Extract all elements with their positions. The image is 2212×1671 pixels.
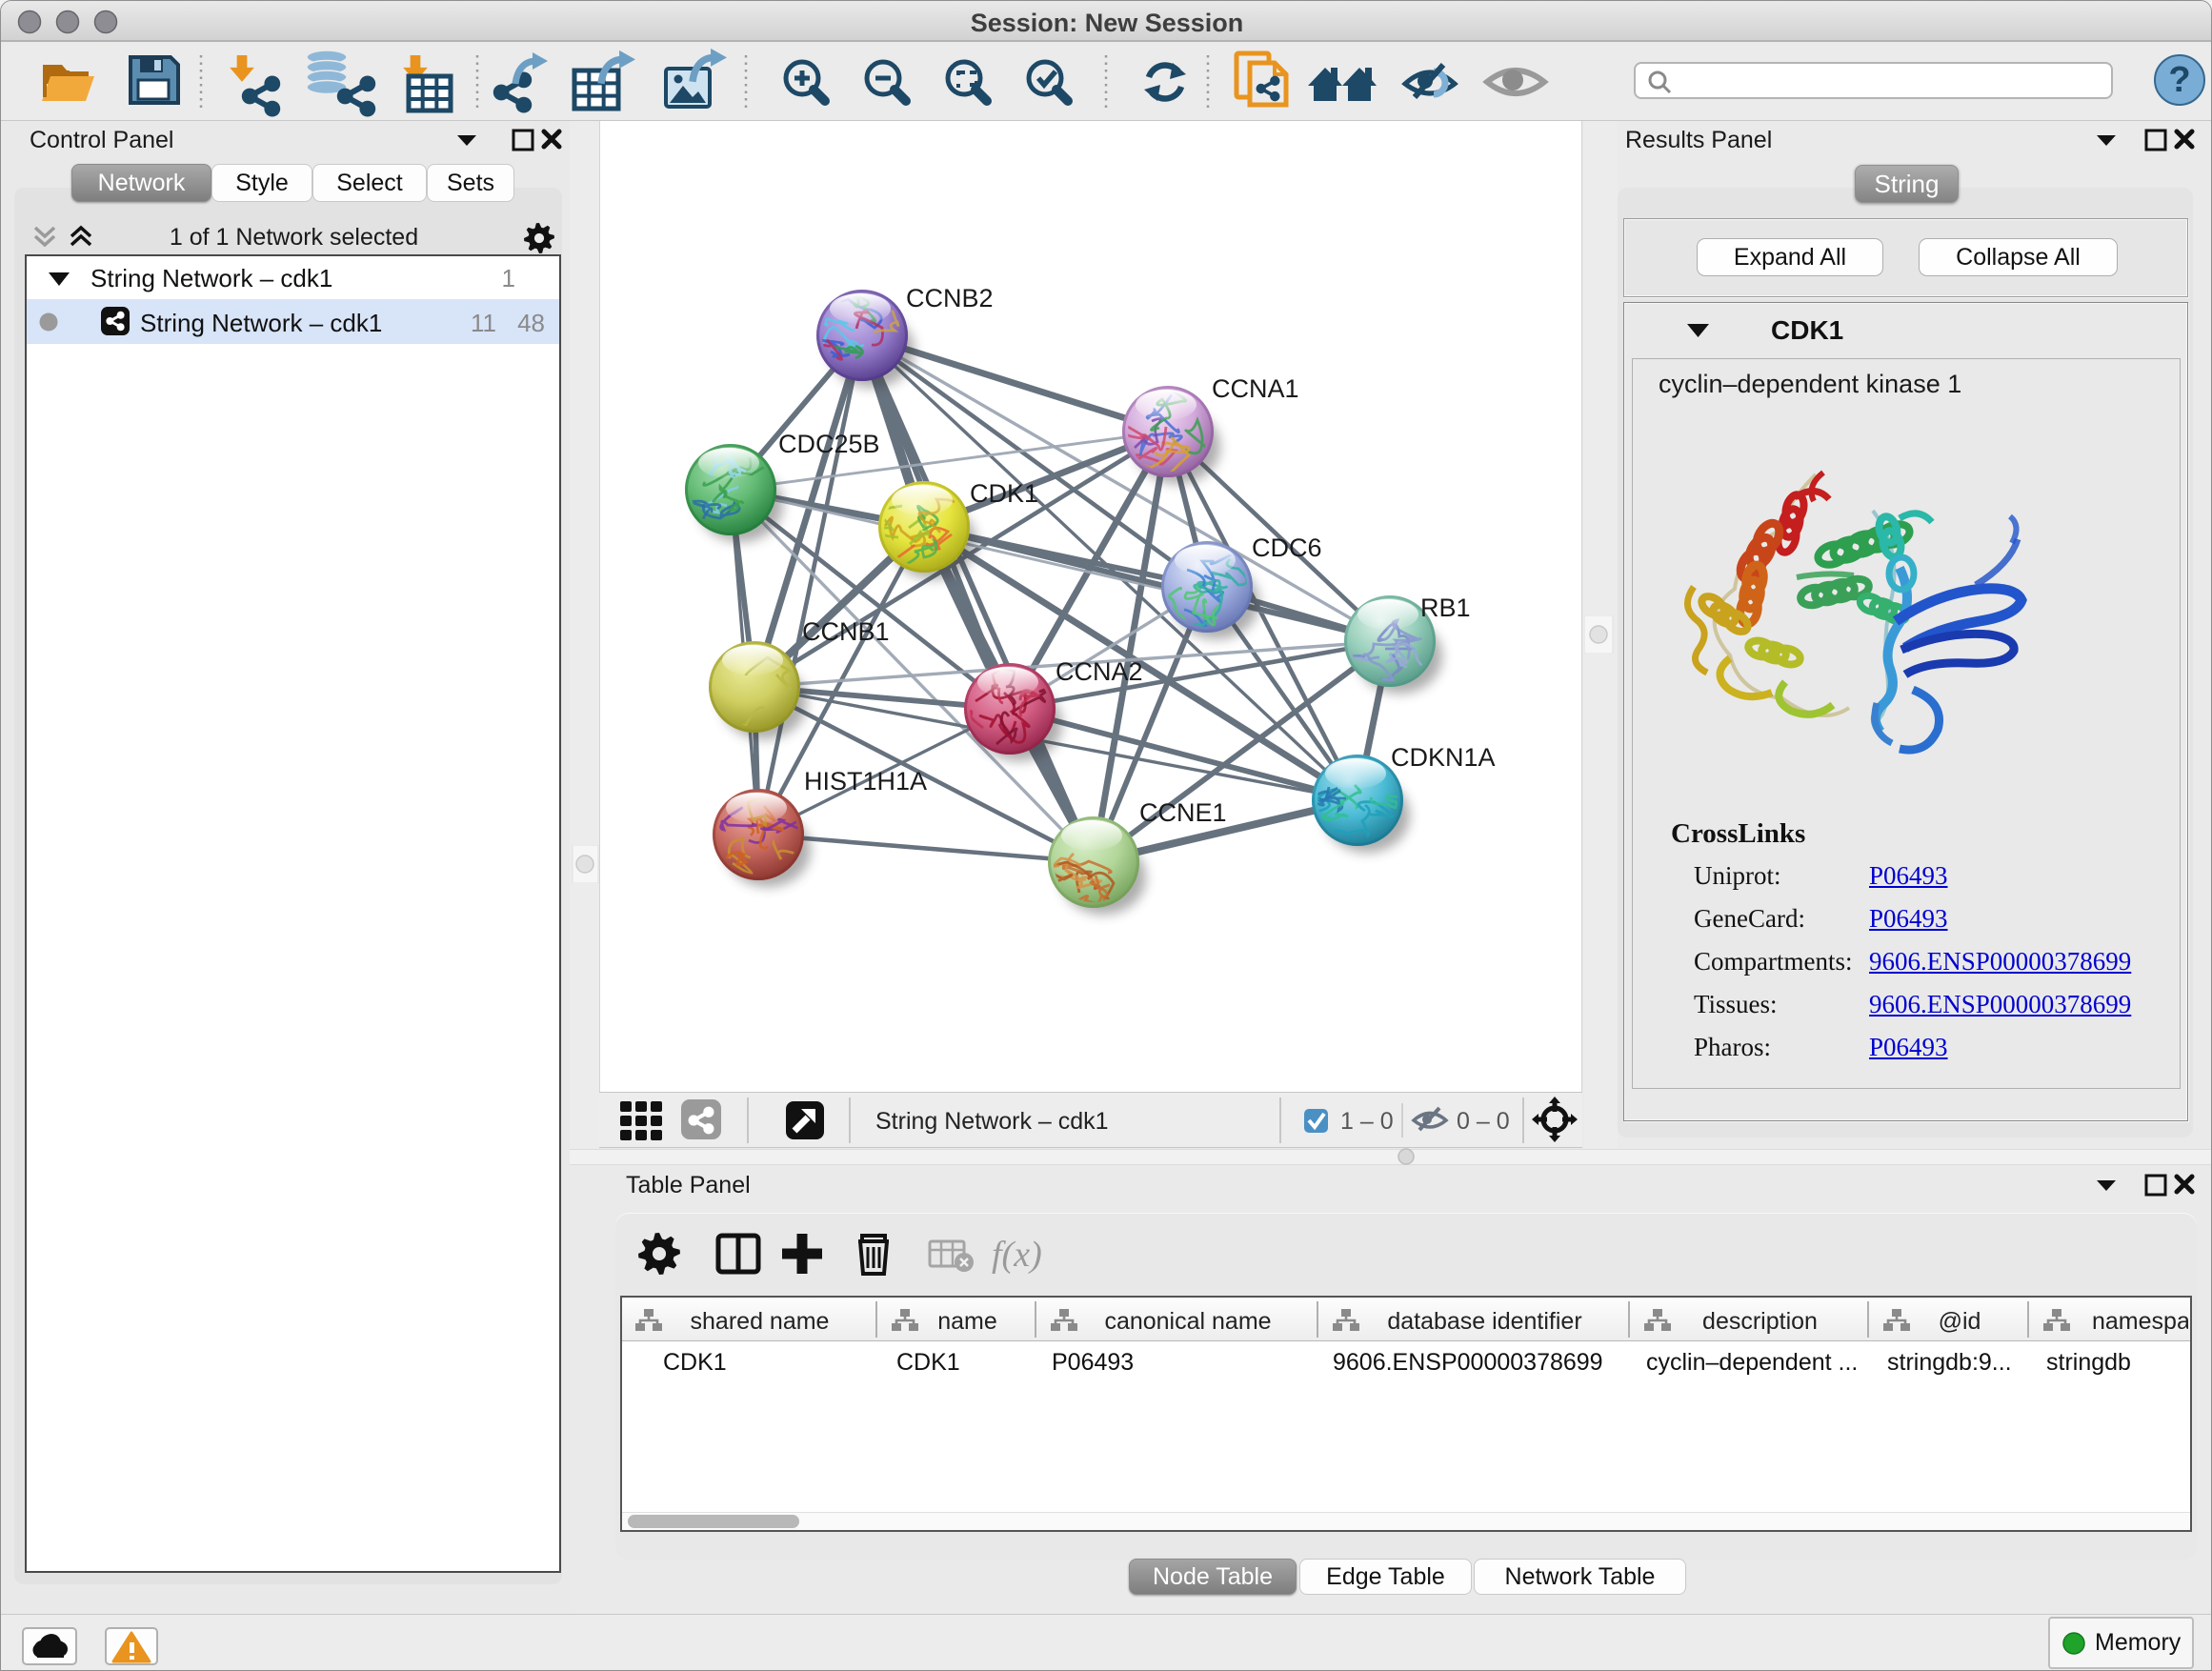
svg-text:canonical name: canonical name	[1104, 1308, 1271, 1335]
svg-text:CCNB1: CCNB1	[802, 617, 890, 646]
svg-text:CDKN1A: CDKN1A	[1391, 743, 1496, 772]
svg-text:shared name: shared name	[691, 1308, 830, 1335]
svg-text:CDK1: CDK1	[970, 479, 1038, 508]
svg-text:namespace: namespace	[2092, 1308, 2188, 1335]
svg-text:HIST1H1A: HIST1H1A	[804, 767, 927, 795]
svg-text:CCNE1: CCNE1	[1139, 798, 1227, 827]
svg-text:CDC25B: CDC25B	[778, 430, 880, 458]
svg-text:f(x): f(x)	[992, 1235, 1042, 1275]
svg-text:database identifier: database identifier	[1387, 1308, 1581, 1335]
svg-text:0 – 0: 0 – 0	[1457, 1108, 1510, 1135]
svg-text:1 – 0: 1 – 0	[1340, 1108, 1394, 1135]
svg-text:CDC6: CDC6	[1252, 534, 1322, 562]
svg-text:CCNA2: CCNA2	[1056, 657, 1143, 686]
svg-text:CCNB2: CCNB2	[906, 284, 994, 312]
svg-text:RB1: RB1	[1420, 594, 1471, 622]
svg-text:description: description	[1702, 1308, 1818, 1335]
svg-text:CCNA1: CCNA1	[1212, 374, 1299, 403]
svg-text:name: name	[937, 1308, 997, 1335]
svg-text:?: ?	[2168, 60, 2190, 100]
svg-text:String Network – cdk1: String Network – cdk1	[875, 1108, 1109, 1135]
svg-text:@id: @id	[1939, 1308, 1981, 1335]
